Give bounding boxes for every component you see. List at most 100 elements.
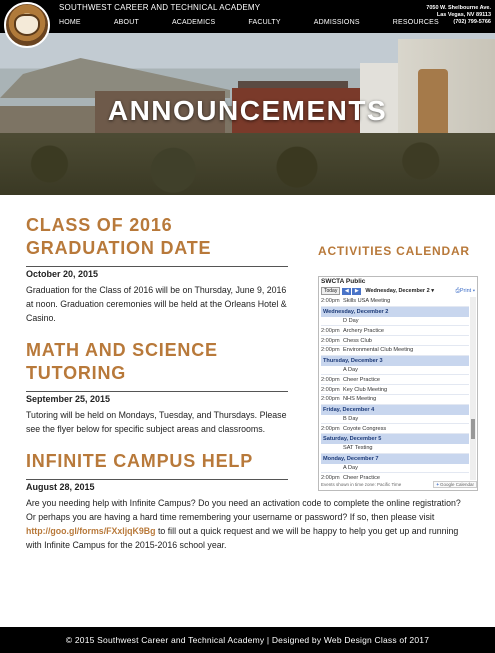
- announcement-post: CLASS OF 2016 GRADUATION DATE October 20…: [26, 214, 288, 325]
- calendar-event[interactable]: 2:00pm Skills USA Meeting: [321, 297, 469, 307]
- event-title: Archery Practice: [343, 327, 385, 334]
- event-title: Key Club Meeting: [343, 386, 388, 393]
- date-range-label: Wednesday, December 2: [365, 288, 430, 294]
- post-body: Graduation for the Class of 2016 will be…: [26, 285, 287, 323]
- sidebar-title: ACTIVITIES CALENDAR: [318, 244, 470, 258]
- timezone-note: Events shown in time zone: Pacific Time: [321, 482, 402, 487]
- main-nav: HOME ABOUT ACADEMICS FACULTY ADMISSIONS …: [59, 19, 472, 26]
- calendar-day-header: Thursday, December 3: [321, 355, 469, 366]
- event-title: A Day: [343, 464, 358, 471]
- event-time: 2:00pm: [321, 327, 340, 334]
- nav-admissions[interactable]: ADMISSIONS: [314, 19, 360, 26]
- event-time: 2:00pm: [321, 347, 340, 354]
- address-line: 7050 W. Shelbourne Ave.: [426, 5, 491, 11]
- announcement-post: MATH AND SCIENCE TUTORING September 25, …: [26, 339, 288, 436]
- post-title-line: GRADUATION DATE: [26, 238, 212, 258]
- nav-home[interactable]: HOME: [59, 19, 81, 26]
- event-time: 2:00pm: [321, 337, 340, 344]
- print-button[interactable]: ⎙Print ▾: [455, 288, 475, 295]
- chevron-down-icon: ▾: [431, 288, 434, 294]
- next-arrow-icon[interactable]: ▶: [352, 287, 362, 295]
- date-range-dropdown[interactable]: Wednesday, December 2 ▾: [365, 288, 434, 294]
- calendar-day-header: Saturday, December 5: [321, 434, 469, 444]
- site-header: SOUTHWEST CAREER AND TECHNICAL ACADEMY H…: [0, 0, 495, 48]
- calendar-event[interactable]: 2:00pm NHS Meeting: [321, 395, 469, 405]
- calendar-day-header: Monday, December 7: [321, 453, 469, 464]
- event-title: NHS Meeting: [343, 396, 377, 403]
- school-name: SOUTHWEST CAREER AND TECHNICAL ACADEMY: [59, 3, 261, 12]
- plus-icon: +: [436, 482, 439, 487]
- phone-number: (702) 799-5766: [453, 19, 491, 25]
- event-title: Coyote Congress: [343, 425, 387, 432]
- post-body: Are you needing help with Infinite Campu…: [26, 496, 471, 552]
- event-title: A Day: [343, 366, 358, 373]
- event-title: Cheer Practice: [343, 376, 380, 383]
- calendar-event[interactable]: 2:00pm Chess Club: [321, 336, 469, 346]
- calendar-scrollbar[interactable]: [470, 297, 476, 480]
- site-footer: © 2015 Southwest Career and Technical Ac…: [0, 627, 495, 653]
- post-body-text: Are you needing help with Infinite Campu…: [26, 498, 461, 522]
- school-logo[interactable]: [4, 2, 50, 48]
- calendar-event[interactable]: 2:00pm Cheer Practice: [321, 473, 469, 480]
- announcement-post: INFINITE CAMPUS HELP August 28, 2015 Are…: [26, 450, 461, 552]
- announcement-list: CLASS OF 2016 GRADUATION DATE October 20…: [26, 214, 461, 566]
- nav-academics[interactable]: ACADEMICS: [172, 19, 215, 26]
- calendar-footer: Events shown in time zone: Pacific Time …: [321, 480, 477, 489]
- calendar-event[interactable]: SAT Testing: [321, 444, 469, 454]
- page-title: ANNOUNCEMENTS: [107, 95, 388, 126]
- calendar-event[interactable]: A Day: [321, 366, 469, 376]
- sidebar: ACTIVITIES CALENDAR SWCTA Public Today ◀…: [318, 244, 483, 491]
- calendar-day-header: Wednesday, December 2: [321, 306, 469, 317]
- coyote-mascot-icon: [14, 14, 40, 36]
- post-title-line: CLASS OF 2016: [26, 215, 173, 235]
- post-title: CLASS OF 2016 GRADUATION DATE: [26, 214, 288, 260]
- hero-banner: ANNOUNCEMENTS: [0, 33, 495, 195]
- post-body: Tutoring will be held on Mondays, Tuesda…: [26, 410, 287, 434]
- tree-line: [0, 133, 495, 195]
- print-label: Print: [459, 287, 472, 294]
- event-title: SAT Testing: [343, 445, 373, 452]
- calendar-event[interactable]: 2:00pm Environmental Club Meeting: [321, 346, 469, 356]
- prev-arrow-icon[interactable]: ◀: [342, 287, 352, 295]
- today-button[interactable]: Today: [321, 287, 341, 295]
- calendar-day-header: Friday, December 4: [321, 404, 469, 415]
- post-title-line: MATH AND SCIENCE: [26, 340, 218, 360]
- event-title: Chess Club: [343, 337, 372, 344]
- calendar-agenda-list[interactable]: 2:00pm Skills USA Meeting Wednesday, Decem…: [321, 297, 469, 480]
- post-title-line: TUTORING: [26, 363, 127, 383]
- event-title: Skills USA Meeting: [343, 298, 391, 305]
- copyright-text: © 2015 Southwest Career and Technical Ac…: [65, 635, 430, 645]
- google-calendar-badge[interactable]: + Google Calendar: [433, 481, 477, 488]
- event-time: 2:00pm: [321, 396, 340, 403]
- school-address: 7050 W. Shelbourne Ave. Las Vegas, NV 89…: [426, 5, 491, 26]
- calendar-event[interactable]: B Day: [321, 415, 469, 425]
- post-date: August 28, 2015: [26, 479, 288, 492]
- nav-about[interactable]: ABOUT: [114, 19, 139, 26]
- calendar-event[interactable]: 2:00pm Key Club Meeting: [321, 385, 469, 395]
- calendar-event[interactable]: 2:00pm Coyote Congress: [321, 424, 469, 435]
- calendar-event[interactable]: 2:00pm Archery Practice: [321, 326, 469, 337]
- calendar-toolbar: Today ◀ ▶ Wednesday, December 2 ▾ ⎙Print…: [319, 286, 477, 296]
- event-title: D Day: [343, 317, 359, 324]
- address-city: Las Vegas, NV 89113: [436, 12, 491, 18]
- calendar-event[interactable]: A Day: [321, 464, 469, 474]
- calendar-event[interactable]: 2:00pm Cheer Practice: [321, 375, 469, 386]
- post-title: MATH AND SCIENCE TUTORING: [26, 339, 288, 385]
- chevron-down-icon: ▾: [472, 287, 475, 294]
- event-title: Environmental Club Meeting: [343, 347, 414, 354]
- event-time: 2:00pm: [321, 425, 340, 432]
- post-date: October 20, 2015: [26, 266, 288, 279]
- post-title: INFINITE CAMPUS HELP: [26, 451, 254, 471]
- event-title: B Day: [343, 415, 359, 422]
- activities-calendar-embed[interactable]: SWCTA Public Today ◀ ▶ Wednesday, Decemb…: [318, 276, 478, 491]
- event-time: 2:00pm: [321, 298, 340, 305]
- nav-faculty[interactable]: FACULTY: [248, 19, 280, 26]
- calendar-event[interactable]: D Day: [321, 317, 469, 327]
- event-time: 2:00pm: [321, 386, 340, 393]
- scrollbar-thumb[interactable]: [471, 419, 475, 439]
- post-date: September 25, 2015: [26, 391, 288, 404]
- calendar-name: SWCTA Public: [321, 278, 366, 285]
- request-form-link[interactable]: http://goo.gl/forms/FXxljqK9Bg: [26, 526, 156, 536]
- google-calendar-label: Google Calendar: [439, 482, 474, 487]
- event-time: 2:00pm: [321, 376, 340, 383]
